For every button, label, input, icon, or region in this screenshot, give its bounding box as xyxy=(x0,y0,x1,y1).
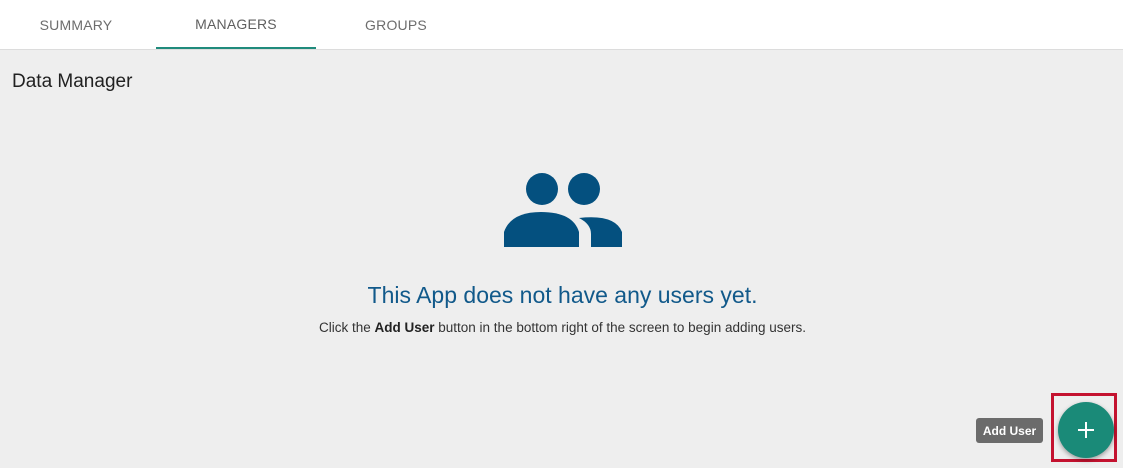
add-user-button[interactable] xyxy=(1058,402,1114,458)
tab-managers[interactable]: MANAGERS xyxy=(156,0,316,49)
section-title: Data Manager xyxy=(12,71,133,92)
tab-summary[interactable]: SUMMARY xyxy=(0,0,152,49)
plus-icon xyxy=(1078,422,1094,438)
empty-state-heading: This App does not have any users yet. xyxy=(367,282,758,308)
add-user-tooltip: Add User xyxy=(976,418,1043,443)
tab-bar: SUMMARY MANAGERS GROUPS xyxy=(0,0,1123,50)
empty-state-description: Click the Add User button in the bottom … xyxy=(318,320,807,335)
users-icon xyxy=(504,173,622,247)
add-user-reference: Add User xyxy=(374,320,435,335)
tab-groups[interactable]: GROUPS xyxy=(316,0,476,49)
